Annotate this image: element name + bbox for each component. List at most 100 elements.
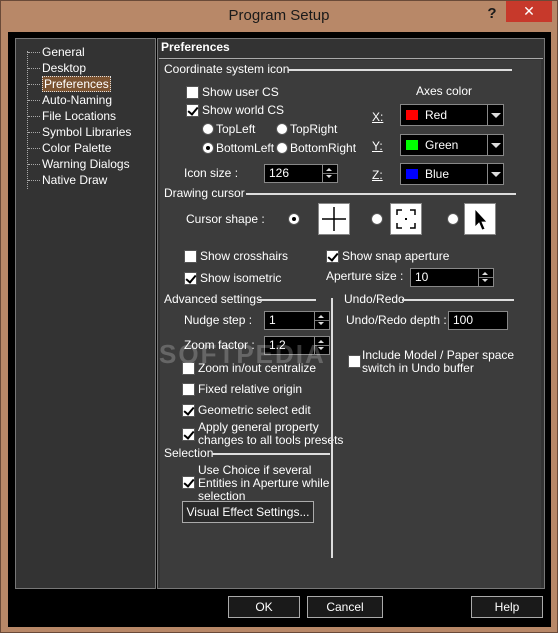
include-model-checkbox[interactable] xyxy=(348,355,361,368)
advanced-settings-title: Advanced settings xyxy=(164,292,263,306)
program-setup-dialog: Program Setup ? ✕ General Desktop Prefer… xyxy=(0,0,558,633)
advanced-settings-line xyxy=(258,299,316,301)
zoom-centralize-label: Zoom in/out centralize xyxy=(198,361,317,375)
help-button[interactable]: Help xyxy=(471,596,543,618)
nudge-step-label: Nudge step : xyxy=(184,313,253,327)
context-help-button[interactable]: ? xyxy=(479,4,505,26)
show-isometric-checkbox[interactable] xyxy=(184,272,197,285)
tree-item-auto-naming[interactable]: Auto-Naming xyxy=(28,92,112,108)
drawing-cursor-title: Drawing cursor xyxy=(164,186,245,200)
cancel-button[interactable]: Cancel xyxy=(307,596,383,618)
show-isometric-label: Show isometric xyxy=(200,271,282,285)
category-tree: General Desktop Preferences Auto-Naming … xyxy=(15,38,156,589)
zoom-factor-spin-buttons[interactable] xyxy=(314,337,329,354)
nudge-step-spinner[interactable]: 1 xyxy=(264,311,330,330)
show-world-cs-label: Show world CS xyxy=(202,103,285,117)
aperture-box-cursor-icon xyxy=(390,203,422,235)
dialog-client-area: General Desktop Preferences Auto-Naming … xyxy=(8,32,551,627)
fixed-origin-label: Fixed relative origin xyxy=(198,382,303,396)
crosshair-cursor-icon xyxy=(318,203,350,235)
tree-item-warning-dialogs[interactable]: Warning Dialogs xyxy=(28,156,130,172)
window-title: Program Setup xyxy=(228,7,330,24)
zoom-factor-spinner[interactable]: 1.2 xyxy=(264,336,330,355)
show-user-cs-label: Show user CS xyxy=(202,85,279,99)
tree-item-file-locations[interactable]: File Locations xyxy=(28,108,116,124)
axes-color-title: Axes color xyxy=(416,84,473,98)
ok-button[interactable]: OK xyxy=(228,596,300,618)
include-model-label-2: switch in Undo buffer xyxy=(362,361,474,375)
visual-effect-settings-button[interactable]: Visual Effect Settings... xyxy=(182,501,314,523)
bottomleft-label: BottomLeft xyxy=(216,141,275,155)
topleft-radio[interactable] xyxy=(202,123,214,135)
bottomleft-radio[interactable] xyxy=(202,142,214,154)
show-crosshairs-label: Show crosshairs xyxy=(200,249,289,263)
tree-item-symbol-libraries[interactable]: Symbol Libraries xyxy=(28,124,131,140)
chevron-down-icon[interactable] xyxy=(487,105,503,125)
topleft-label: TopLeft xyxy=(216,122,256,136)
fixed-origin-checkbox[interactable] xyxy=(182,383,195,396)
selection-title: Selection xyxy=(164,446,214,460)
header-divider xyxy=(159,58,543,59)
bottomright-label: BottomRight xyxy=(290,141,357,155)
cursor-aperture-radio[interactable] xyxy=(371,213,383,225)
x-axis-label: X: xyxy=(372,110,384,124)
close-button[interactable]: ✕ xyxy=(506,1,552,22)
icon-size-label: Icon size : xyxy=(184,166,239,180)
chevron-down-icon[interactable] xyxy=(487,164,503,184)
aperture-size-spinner[interactable]: 10 xyxy=(410,268,494,287)
show-snap-aperture-checkbox[interactable] xyxy=(326,250,339,263)
tree-item-native-draw[interactable]: Native Draw xyxy=(28,172,107,188)
undo-redo-line xyxy=(402,299,514,301)
z-axis-color-select[interactable]: Blue xyxy=(400,163,504,185)
preferences-content: Coordinate system icon Show user CS Show… xyxy=(160,60,541,588)
blue-swatch xyxy=(405,168,419,180)
tree-item-preferences[interactable]: Preferences xyxy=(28,76,111,92)
use-choice-label-2: Entities in Aperture while xyxy=(198,476,330,490)
aperture-size-spin-buttons[interactable] xyxy=(478,269,493,286)
nudge-step-value: 1 xyxy=(269,313,276,327)
x-axis-color-select[interactable]: Red xyxy=(400,104,504,126)
tree-item-desktop[interactable]: Desktop xyxy=(28,60,86,76)
use-choice-checkbox[interactable] xyxy=(182,476,195,489)
tree-item-color-palette[interactable]: Color Palette xyxy=(28,140,111,156)
aperture-size-label: Aperture size : xyxy=(326,269,404,283)
chevron-down-icon[interactable] xyxy=(487,135,503,155)
tree-connector-line xyxy=(27,51,28,189)
undo-depth-label: Undo/Redo depth : xyxy=(346,313,447,327)
preferences-panel: Preferences Coordinate system icon Show … xyxy=(157,38,545,589)
apply-general-checkbox[interactable] xyxy=(182,428,195,441)
y-axis-color-select[interactable]: Green xyxy=(400,134,504,156)
geometric-select-checkbox[interactable] xyxy=(182,404,195,417)
geometric-select-label: Geometric select edit xyxy=(198,403,311,417)
y-axis-color-value: Green xyxy=(425,138,459,152)
title-bar: Program Setup ? ✕ xyxy=(1,1,557,32)
aperture-size-value: 10 xyxy=(415,270,429,284)
z-axis-color-value: Blue xyxy=(425,167,450,181)
icon-size-spin-buttons[interactable] xyxy=(322,165,337,182)
topright-label: TopRight xyxy=(290,122,338,136)
apply-general-label-1: Apply general property xyxy=(198,420,319,434)
topright-radio[interactable] xyxy=(276,123,288,135)
cursor-crosshair-radio[interactable] xyxy=(288,213,300,225)
cursor-arrow-radio[interactable] xyxy=(447,213,459,225)
bottomright-radio[interactable] xyxy=(276,142,288,154)
undo-redo-title: Undo/Redo xyxy=(344,292,405,306)
red-swatch xyxy=(405,109,419,121)
icon-size-value: 126 xyxy=(269,166,290,180)
z-axis-label: Z: xyxy=(372,168,383,182)
show-user-cs-checkbox[interactable] xyxy=(186,86,199,99)
undo-depth-value: 100 xyxy=(453,313,474,327)
icon-size-spinner[interactable]: 126 xyxy=(264,164,338,183)
show-world-cs-checkbox[interactable] xyxy=(186,104,199,117)
panel-header: Preferences xyxy=(161,40,230,54)
show-crosshairs-checkbox[interactable] xyxy=(184,250,197,263)
arrow-cursor-icon xyxy=(464,203,496,235)
use-choice-label-1: Use Choice if several xyxy=(198,463,312,477)
zoom-centralize-checkbox[interactable] xyxy=(182,362,195,375)
green-swatch xyxy=(405,139,419,151)
coord-group-title: Coordinate system icon xyxy=(164,62,290,76)
tree-item-general[interactable]: General xyxy=(28,44,85,60)
apply-general-label-2: changes to all tools presets xyxy=(198,433,344,447)
undo-depth-input[interactable]: 100 xyxy=(448,311,508,330)
nudge-step-spin-buttons[interactable] xyxy=(314,312,329,329)
